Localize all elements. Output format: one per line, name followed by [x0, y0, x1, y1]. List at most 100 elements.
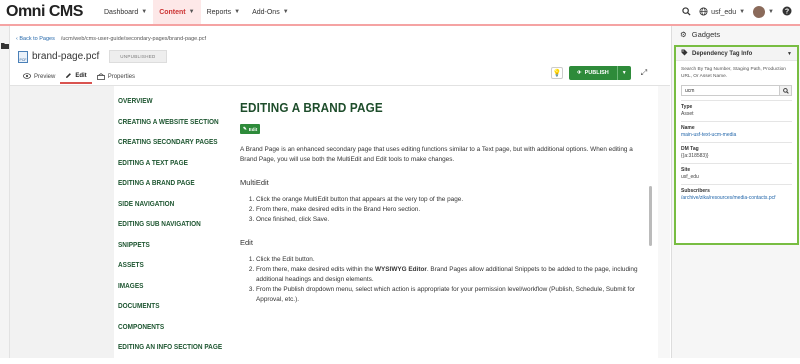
sidenav-item[interactable]: Documents	[118, 302, 227, 323]
app-logo[interactable]: Omni CMS	[6, 3, 98, 21]
text-run: From there, make desired edits within th…	[256, 266, 375, 273]
publish-dropdown-caret[interactable]: ▼	[616, 66, 631, 80]
sidenav-item[interactable]: Editing an Info Section Page	[118, 343, 227, 364]
view-tabs: Preview Edit Properties	[18, 70, 140, 84]
page-title: EDITING A BRAND PAGE	[240, 100, 383, 115]
sidenav-item[interactable]: Overview	[118, 97, 227, 118]
publish-button[interactable]: ✈ PUBLISH ▼	[569, 66, 631, 80]
chevron-down-icon: ▼	[141, 9, 148, 15]
sidenav-item[interactable]: Editing a Brand Page	[118, 179, 227, 200]
nav-addons[interactable]: Add-Ons ▼	[246, 0, 295, 24]
field-name: Name main-usf-text-ucm-media	[681, 121, 792, 138]
nav-dashboard[interactable]: Dashboard ▼	[98, 0, 153, 24]
help-icon[interactable]: ?	[782, 6, 792, 18]
edit-steps: Click the Edit button. From there, make …	[240, 255, 638, 305]
field-site: Site usf_edu	[681, 163, 792, 180]
status-badge: UNPUBLISHED	[109, 50, 167, 63]
nav-label: Dashboard	[104, 8, 139, 16]
tag-search	[681, 85, 792, 96]
sidenav-item[interactable]: Side Navigation	[118, 200, 227, 221]
gadget-body: Search By Tag Number, Staging Path, Prod…	[676, 61, 797, 204]
tab-label: Edit	[75, 73, 87, 79]
top-right-tools: usf_edu ▼ ▼ ?	[682, 0, 792, 24]
publish-label: PUBLISH	[584, 70, 609, 76]
globe-icon	[699, 6, 708, 18]
breadcrumb-path: /ucm/web/cms-user-guide/secondary-pages/…	[60, 36, 207, 42]
field-label: Name	[681, 125, 695, 131]
back-label: Back to Pages	[19, 36, 55, 42]
properties-icon	[96, 72, 105, 82]
chevron-down-icon: ▼	[188, 9, 195, 15]
breadcrumb: ‹ Back to Pages /ucm/web/cms-user-guide/…	[16, 36, 206, 42]
scrollbar[interactable]	[649, 186, 652, 246]
pencil-icon: ✎	[243, 126, 247, 131]
tag-icon	[681, 49, 688, 58]
user-menu[interactable]: ▼	[753, 6, 774, 18]
gadgets-title: Gadgets	[691, 29, 721, 39]
search-icon[interactable]	[682, 6, 691, 18]
expand-icon[interactable]: ⤢	[641, 68, 647, 78]
nav-content[interactable]: Content ▼	[153, 0, 201, 24]
wysiwyg-editor-term: WYSIWYG Editor	[375, 266, 427, 273]
page-content: EDITING A BRAND PAGE ✎ Edit A Brand Page…	[240, 100, 638, 305]
pcf-file-icon: PCF	[18, 50, 28, 63]
back-to-pages-link[interactable]: ‹ Back to Pages	[16, 36, 55, 42]
gadgets-header: ⚙ Gadgets	[672, 26, 800, 42]
editor-toolbar: 💡 ✈ PUBLISH ▼ ⤢	[551, 66, 647, 80]
svg-text:?: ?	[785, 9, 789, 16]
asset-name-link[interactable]: main-usf-text-ucm-media	[681, 132, 792, 138]
gadgets-panel: ⚙ Gadgets Dependency Tag Info ▼ Search B…	[671, 26, 800, 358]
field-value: {{a:318583}}	[681, 153, 709, 159]
top-navbar: Omni CMS Dashboard ▼ Content ▼ Reports ▼ Ad…	[0, 0, 800, 26]
multiedit-steps: Click the orange MultiEdit button that a…	[240, 195, 638, 225]
field-value: usf_edu	[681, 174, 699, 180]
list-item: From the Publish dropdown menu, select w…	[256, 285, 638, 305]
list-item: From there, make desired edits within th…	[256, 265, 638, 285]
left-rail	[0, 26, 10, 358]
field-value: Asset	[681, 111, 694, 117]
search-icon[interactable]	[779, 86, 791, 95]
sidenav-item[interactable]: Creating Secondary Pages	[118, 138, 227, 159]
section-heading: MultiEdit	[240, 178, 269, 187]
field-label: Site	[681, 167, 691, 173]
tab-properties[interactable]: Properties	[92, 70, 140, 84]
file-name: brand-page.pcf	[32, 51, 100, 62]
dependency-tag-gadget: Dependency Tag Info ▼ Search By Tag Numb…	[674, 45, 799, 245]
tab-label: Preview	[34, 74, 56, 80]
tab-preview[interactable]: Preview	[18, 70, 60, 84]
sidenav-item[interactable]: Images	[118, 282, 227, 303]
sidenav-item[interactable]: Editing Sub Navigation	[118, 220, 227, 241]
sidenav-item[interactable]: Creating a Website Section	[118, 118, 227, 139]
pencil-icon	[65, 72, 72, 81]
chevron-down-icon: ▼	[768, 9, 774, 15]
list-item: From there, make desired edits in the Br…	[256, 205, 638, 215]
section-heading: Edit	[240, 238, 253, 247]
gear-icon[interactable]: ⚙	[680, 30, 687, 39]
field-label: Subscribers	[681, 188, 710, 194]
edit-region-button[interactable]: ✎ Edit	[240, 124, 261, 134]
list-item: Once finished, click Save.	[256, 215, 638, 225]
eye-icon	[23, 73, 31, 81]
field-label: Type	[681, 104, 693, 110]
lightbulb-icon[interactable]: 💡	[551, 67, 563, 79]
sidenav-item[interactable]: Assets	[118, 261, 227, 282]
sidenav-item[interactable]: Snippets	[118, 241, 227, 262]
field-subscribers: Subscribers /archive/zika/resources/medi…	[681, 184, 792, 201]
page-margin-left	[10, 86, 114, 358]
sidenav-item[interactable]: Components	[118, 323, 227, 344]
gadget-header[interactable]: Dependency Tag Info ▼	[676, 47, 797, 61]
field-dm-tag: DM Tag {{a:318583}}	[681, 142, 792, 159]
caret-down-icon[interactable]: ▼	[787, 51, 792, 57]
sidenav-item[interactable]: Editing a Text Page	[118, 159, 227, 180]
subscriber-link[interactable]: /archive/zika/resources/media-contacts.p…	[681, 195, 792, 201]
chevron-down-icon: ▼	[739, 9, 746, 15]
nav-reports[interactable]: Reports ▼	[201, 0, 246, 24]
tag-search-input[interactable]	[682, 86, 779, 95]
tab-edit[interactable]: Edit	[60, 70, 92, 84]
page-side-navigation: Overview Creating a Website Section Crea…	[118, 97, 236, 364]
page-margin-right	[658, 86, 670, 358]
chevron-down-icon: ▼	[234, 9, 241, 15]
folder-icon[interactable]	[1, 36, 9, 54]
site-selector[interactable]: usf_edu ▼	[699, 6, 746, 18]
main-area: ‹ Back to Pages /ucm/web/cms-user-guide/…	[10, 26, 670, 358]
